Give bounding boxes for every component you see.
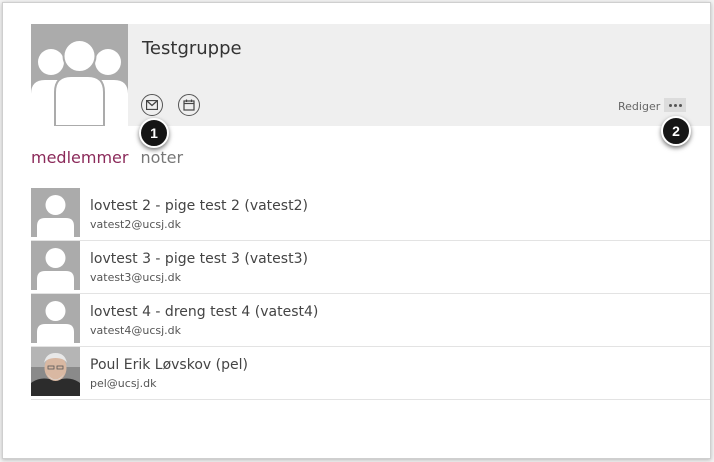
edit-link[interactable]: Rediger (618, 100, 660, 113)
send-mail-button[interactable] (141, 94, 163, 116)
avatar-photo (31, 347, 80, 396)
person-placeholder-icon (37, 248, 74, 290)
group-title: Testgruppe (142, 38, 242, 59)
mail-icon (146, 100, 158, 110)
person-placeholder-icon (37, 301, 74, 343)
avatar (31, 241, 80, 290)
member-email: vatest3@ucsj.dk (90, 271, 182, 284)
tab-notes[interactable]: noter (140, 148, 183, 167)
app-window: Testgruppe Rediger medlemmer noter lovte… (2, 2, 711, 459)
tab-bar: medlemmer noter (31, 148, 183, 167)
avatar (31, 188, 80, 237)
ellipsis-icon (668, 103, 683, 107)
calendar-icon (183, 99, 195, 111)
more-options-button[interactable] (664, 98, 686, 112)
tab-members[interactable]: medlemmer (31, 148, 128, 167)
member-email: vatest2@ucsj.dk (90, 218, 182, 231)
person-photo (31, 347, 80, 396)
member-email: pel@ucsj.dk (90, 377, 157, 390)
group-avatar (31, 24, 128, 126)
member-item[interactable]: Poul Erik Løvskov (pel) pel@ucsj.dk (31, 347, 710, 400)
member-item[interactable]: lovtest 3 - pige test 3 (vatest3) vatest… (31, 241, 710, 294)
calendar-button[interactable] (178, 94, 200, 116)
callout-marker-1: 1 (139, 118, 169, 148)
group-header: Testgruppe Rediger (31, 24, 710, 126)
member-email: vatest4@ucsj.dk (90, 324, 182, 337)
member-item[interactable]: lovtest 2 - pige test 2 (vatest2) vatest… (31, 188, 710, 241)
member-name: lovtest 3 - pige test 3 (vatest3) (90, 251, 308, 267)
member-name: lovtest 2 - pige test 2 (vatest2) (90, 198, 308, 214)
avatar (31, 294, 80, 343)
callout-marker-2: 2 (661, 116, 691, 146)
member-name: Poul Erik Løvskov (pel) (90, 357, 248, 373)
member-list: lovtest 2 - pige test 2 (vatest2) vatest… (31, 188, 710, 400)
person-placeholder-icon (37, 195, 74, 237)
member-item[interactable]: lovtest 4 - dreng test 4 (vatest4) vates… (31, 294, 710, 347)
group-people-icon (31, 39, 128, 126)
member-name: lovtest 4 - dreng test 4 (vatest4) (90, 304, 319, 320)
